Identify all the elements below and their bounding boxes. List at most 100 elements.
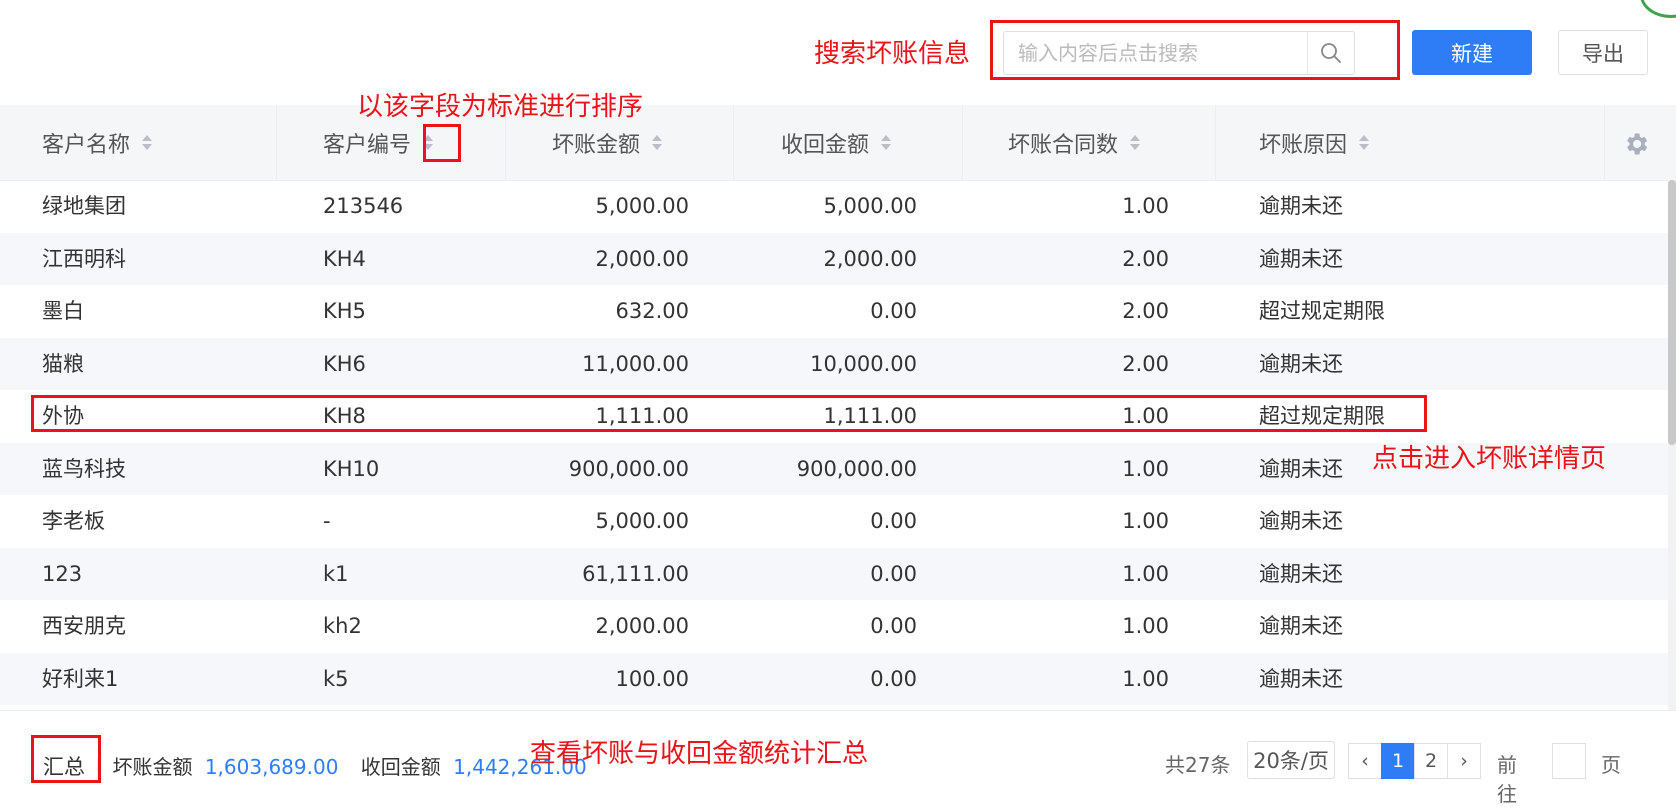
cell-contract-count: 1.00 — [1122, 561, 1169, 586]
cell-bad-amount: 11,000.00 — [582, 351, 689, 376]
cell-reason: 逾期未还 — [1259, 246, 1343, 271]
cell-name: 123 — [42, 561, 83, 586]
column-header-label: 收回金额 — [781, 132, 870, 158]
cell-code: KH5 — [323, 299, 366, 323]
annotation-summary: 查看坏账与收回金额统计汇总 — [530, 739, 869, 769]
table-row[interactable]: 好利来1 k5 100.00 0.00 1.00 逾期未还 — [0, 652, 1668, 705]
cell-bad-amount: 100.00 — [615, 666, 689, 691]
cell-name: 江西明科 — [42, 246, 126, 271]
cell-code: KH6 — [323, 351, 366, 376]
scrollbar-thumb[interactable] — [1668, 180, 1676, 445]
cell-contract-count: 1.00 — [1122, 509, 1169, 533]
cell-reason: 逾期未还 — [1259, 194, 1343, 218]
summary: 汇总 | 坏账金额 1,603,689.00 收回金额 1,442,261.00 — [43, 751, 603, 781]
annotation-detail: 点击进入坏账详情页 — [1372, 444, 1607, 474]
cell-name: 西安朋克 — [42, 614, 126, 638]
cell-bad-amount: 61,111.00 — [582, 561, 689, 586]
column-header-reason: 坏账原因 — [1259, 105, 1370, 180]
cell-reason: 逾期未还 — [1259, 509, 1343, 533]
summary-bad-value: 1,603,689.00 — [204, 755, 339, 779]
goto-label: 前往 — [1497, 753, 1517, 806]
sort-icon[interactable] — [881, 135, 892, 150]
column-header-label: 坏账金额 — [552, 132, 641, 158]
cell-name: 墨白 — [42, 299, 84, 323]
cell-recovered-amount: 0.00 — [870, 509, 917, 533]
cell-name: 好利来1 — [42, 666, 119, 691]
export-button[interactable]: 导出 — [1558, 30, 1648, 75]
cell-bad-amount: 5,000.00 — [595, 509, 689, 533]
cell-bad-amount: 2,000.00 — [595, 614, 689, 638]
annotation-sort: 以该字段为标准进行排序 — [357, 92, 644, 122]
sort-icon[interactable] — [1359, 135, 1370, 150]
table-row[interactable]: 墨白 KH5 632.00 0.00 2.00 超过规定期限 — [0, 285, 1668, 338]
table-row[interactable]: 江西明科 KH4 2,000.00 2,000.00 2.00 逾期未还 — [0, 232, 1668, 285]
cell-contract-count: 1.00 — [1122, 614, 1169, 638]
table-row[interactable]: 绿地集团 213546 5,000.00 5,000.00 1.00 逾期未还 — [0, 180, 1668, 233]
cell-bad-amount: 632.00 — [615, 299, 689, 323]
table-row[interactable]: 李老板 - 5,000.00 0.00 1.00 逾期未还 — [0, 495, 1668, 548]
cell-code: KH4 — [323, 246, 366, 271]
cell-recovered-amount: 5,000.00 — [823, 194, 917, 218]
page-button-2[interactable]: 2 — [1414, 743, 1448, 779]
page-suffix: 页 — [1601, 753, 1621, 777]
cell-code: k5 — [323, 666, 349, 691]
cell-code: 213546 — [323, 194, 404, 218]
column-header-label: 坏账原因 — [1259, 132, 1348, 158]
annotation-search: 搜索坏账信息 — [814, 39, 971, 69]
cell-bad-amount: 5,000.00 — [595, 194, 689, 218]
annotation-box-search — [990, 20, 1400, 80]
page-button-1[interactable]: 1 — [1381, 743, 1415, 779]
cell-name: 绿地集团 — [42, 194, 126, 218]
column-header-recovered-amount: 收回金额 — [781, 105, 892, 180]
column-header-name: 客户名称 — [42, 105, 153, 180]
column-header-label: 坏账合同数 — [1008, 132, 1119, 158]
cell-reason: 逾期未还 — [1259, 666, 1343, 691]
annotation-box-summary — [31, 735, 101, 783]
cell-reason: 逾期未还 — [1259, 614, 1343, 638]
cell-bad-amount: 2,000.00 — [595, 246, 689, 271]
cell-contract-count: 1.00 — [1122, 194, 1169, 218]
summary-bad-label: 坏账金额 — [112, 755, 193, 779]
gear-icon[interactable] — [1622, 130, 1650, 158]
sort-icon[interactable] — [142, 135, 153, 150]
corner-badge — [1640, 0, 1676, 18]
table-row[interactable]: 西安朋克 kh2 2,000.00 0.00 1.00 逾期未还 — [0, 600, 1668, 653]
cell-reason: 逾期未还 — [1259, 351, 1343, 376]
annotation-box-sort — [423, 124, 461, 162]
cell-reason: 逾期未还 — [1259, 456, 1343, 481]
cell-contract-count: 1.00 — [1122, 456, 1169, 481]
cell-code: k1 — [323, 561, 349, 586]
page-size-select[interactable]: 20条/页 — [1247, 741, 1335, 779]
cell-recovered-amount: 2,000.00 — [823, 246, 917, 271]
table-row[interactable]: 猫粮 KH6 11,000.00 10,000.00 2.00 逾期未还 — [0, 337, 1668, 390]
sort-icon[interactable] — [652, 135, 663, 150]
pagination-total: 共27条 — [1165, 753, 1231, 777]
summary-recovered-label: 收回金额 — [360, 755, 441, 779]
annotation-box-row — [31, 395, 1427, 432]
cell-contract-count: 2.00 — [1122, 351, 1169, 376]
column-header-label: 客户编号 — [323, 132, 412, 158]
cell-recovered-amount: 0.00 — [870, 666, 917, 691]
cell-recovered-amount: 900,000.00 — [796, 456, 917, 481]
cell-reason: 超过规定期限 — [1259, 299, 1385, 323]
cell-code: - — [323, 509, 331, 533]
table-row[interactable]: 123 k1 61,111.00 0.00 1.00 逾期未还 — [0, 547, 1668, 600]
cell-recovered-amount: 0.00 — [870, 561, 917, 586]
new-button[interactable]: 新建 — [1412, 30, 1532, 75]
cell-reason: 逾期未还 — [1259, 561, 1343, 586]
cell-contract-count: 2.00 — [1122, 299, 1169, 323]
cell-recovered-amount: 0.00 — [870, 299, 917, 323]
cell-bad-amount: 900,000.00 — [568, 456, 689, 481]
table-header: 客户名称 客户编号 坏账金额 收回金额 坏账合同数 坏账原因 — [0, 105, 1676, 181]
cell-name: 李老板 — [42, 509, 105, 533]
cell-code: kh2 — [323, 614, 362, 638]
next-page-button[interactable]: › — [1447, 743, 1481, 779]
cell-recovered-amount: 0.00 — [870, 614, 917, 638]
goto-page-input[interactable] — [1552, 743, 1586, 779]
cell-code: KH10 — [323, 456, 380, 481]
sort-icon[interactable] — [1130, 135, 1141, 150]
cell-recovered-amount: 10,000.00 — [810, 351, 917, 376]
cell-contract-count: 2.00 — [1122, 246, 1169, 271]
cell-contract-count: 1.00 — [1122, 666, 1169, 691]
prev-page-button[interactable]: ‹ — [1348, 743, 1382, 779]
